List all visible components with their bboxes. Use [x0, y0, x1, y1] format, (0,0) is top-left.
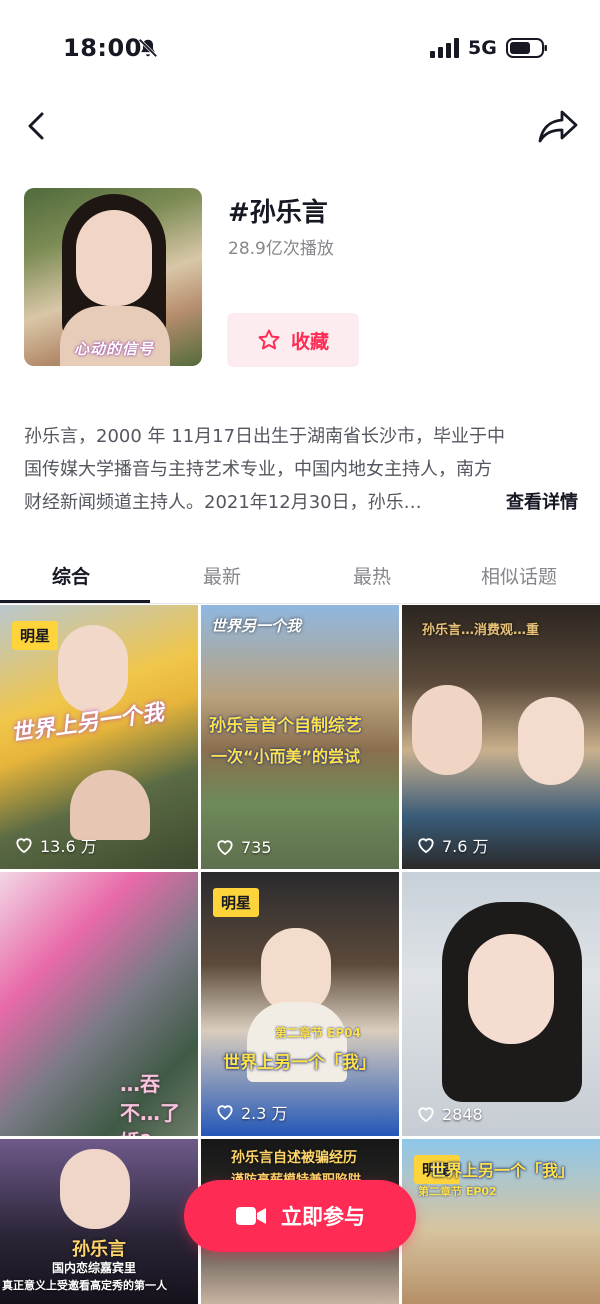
join-topic-button[interactable]: 立即参与	[184, 1180, 416, 1252]
like-count-value: 735	[241, 837, 272, 857]
like-count-value: 7.6 万	[442, 837, 489, 856]
status-bar: 18:00 5G	[0, 0, 600, 96]
tab-latest[interactable]: 最新	[203, 562, 241, 589]
celebrity-badge: 明星	[213, 888, 260, 917]
video-overlay-text: 世界上另一个「我」	[430, 1161, 575, 1180]
topic-play-count: 28.9亿次播放	[228, 239, 334, 259]
star-icon	[258, 329, 280, 350]
favorite-label: 收藏	[290, 330, 329, 353]
like-count-value: 2848	[442, 1104, 483, 1124]
like-count: 7.6 万	[416, 833, 489, 857]
heart-icon	[418, 838, 434, 854]
description-line: 财经新闻频道主持人。2021年12月30日，孙乐…	[24, 492, 422, 513]
description-line: 国传媒大学播音与主持艺术专业，中国内地女主持人，南方	[24, 459, 492, 480]
like-count: 2848	[416, 1104, 483, 1124]
tab-comprehensive[interactable]: 综合	[52, 562, 90, 589]
video-card[interactable]: 明星 第二章节 EP02 世界上另一个「我」	[402, 1139, 600, 1304]
heart-icon	[418, 1107, 434, 1123]
like-count: 2.3 万	[215, 1100, 288, 1124]
video-card[interactable]: 世界另一个我 孙乐言首个自制综艺 一次“小而美”的尝试 735	[201, 605, 399, 869]
video-overlay-text: …吞不…了婚?	[120, 1072, 180, 1136]
thumbnail-figure	[60, 1149, 130, 1229]
like-count: 13.6 万	[14, 833, 97, 857]
video-overlay-subtitle: 世界另一个我	[211, 617, 302, 635]
join-topic-label: 立即参与	[281, 1205, 365, 1229]
share-icon[interactable]	[536, 104, 580, 148]
video-camera-icon	[236, 1207, 266, 1225]
thumbnail-figure	[70, 770, 150, 840]
heart-icon	[217, 840, 233, 856]
description-line: 孙乐言，2000 年 11月17日出生于湖南省长沙市，毕业于中	[24, 426, 506, 447]
video-overlay-text: 国内恋综嘉宾里	[52, 1261, 137, 1275]
thumbnail-figure	[412, 685, 482, 775]
cellular-signal-icon	[430, 38, 459, 58]
thumbnail-figure	[468, 934, 554, 1044]
video-card[interactable]: 2848	[402, 872, 600, 1136]
celebrity-badge: 明星	[12, 621, 59, 650]
cover-caption: 心动的信号	[74, 340, 155, 358]
tab-similar-topics[interactable]: 相似话题	[481, 562, 557, 589]
video-card[interactable]: 孙乐言 国内恋综嘉宾里 真正意义上受邀看高定秀的第一人	[0, 1139, 198, 1304]
divider	[0, 603, 600, 604]
muted-bell-icon	[138, 38, 158, 58]
video-overlay-text: 世界上另一个「我」	[223, 1053, 376, 1073]
like-count-value: 2.3 万	[241, 1104, 288, 1123]
status-time: 18:00	[63, 34, 142, 62]
video-card[interactable]: …吞不…了婚?	[0, 872, 198, 1136]
back-icon[interactable]	[18, 104, 58, 148]
video-overlay-subtitle: 第二章节 EP04	[275, 1026, 361, 1040]
like-count: 735	[215, 837, 272, 857]
view-details-link[interactable]: 查看详情	[498, 486, 578, 519]
topic-description: 孙乐言，2000 年 11月17日出生于湖南省长沙市，毕业于中 国传媒大学播音与…	[24, 420, 580, 519]
heart-icon	[16, 838, 32, 854]
favorite-button[interactable]: 收藏	[227, 313, 359, 367]
cover-figure-face	[76, 210, 152, 306]
video-overlay-subtitle: 孙乐言自述被骗经历	[231, 1150, 357, 1166]
tab-hottest[interactable]: 最热	[353, 562, 391, 589]
like-count-value: 13.6 万	[40, 837, 97, 856]
video-overlay-text: 一次“小而美”的尝试	[211, 747, 361, 766]
video-card[interactable]: 孙乐言…消费观…重 7.6 万	[402, 605, 600, 869]
topic-cover-image: 心动的信号	[24, 188, 202, 366]
topic-title: #孙乐言	[228, 198, 328, 228]
video-card[interactable]: 明星 第二章节 EP04 世界上另一个「我」 2.3 万	[201, 872, 399, 1136]
network-type: 5G	[468, 37, 497, 59]
video-card[interactable]: 明星 世界上另一个我 13.6 万	[0, 605, 198, 869]
video-overlay-text: 真正意义上受邀看高定秀的第一人	[2, 1279, 167, 1292]
battery-icon	[506, 38, 547, 58]
tab-bar: 综合 最新 最热 相似话题	[0, 554, 600, 604]
video-overlay-text: 孙乐言…消费观…重	[422, 623, 540, 638]
heart-icon	[217, 1105, 233, 1121]
thumbnail-figure	[518, 697, 584, 785]
video-overlay-subtitle: 孙乐言	[72, 1239, 126, 1260]
video-overlay-subtitle: 第二章节 EP02	[418, 1185, 497, 1198]
video-overlay-text: 孙乐言首个自制综艺	[209, 716, 362, 736]
